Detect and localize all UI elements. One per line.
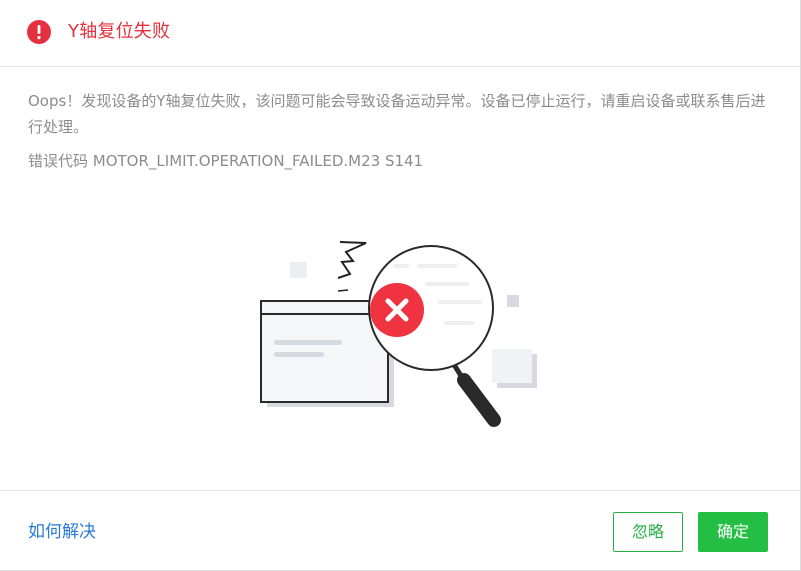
magnifier-error-illustration bbox=[260, 241, 537, 427]
dialog-header: Y轴复位失败 bbox=[0, 0, 800, 67]
ignore-button[interactable]: 忽略 bbox=[613, 512, 683, 552]
error-code: 错误代码 MOTOR_LIMIT.OPERATION_FAILED.M23 S1… bbox=[28, 152, 424, 170]
decor-square-small bbox=[290, 262, 307, 278]
scribble-mark bbox=[337, 241, 367, 279]
decor-square-large bbox=[492, 349, 532, 383]
window-line-1 bbox=[274, 340, 342, 345]
decor-square-tiny bbox=[507, 295, 519, 307]
magnifier-handle bbox=[457, 373, 501, 427]
dialog-footer: 如何解决 忽略 确定 bbox=[0, 490, 800, 571]
window-line-2 bbox=[274, 352, 324, 357]
confirm-button[interactable]: 确定 bbox=[698, 512, 768, 552]
error-dialog: Y轴复位失败 Oops！发现设备的Y轴复位失败，该问题可能会导致设备运动异常。设… bbox=[0, 0, 801, 571]
how-to-solve-link[interactable]: 如何解决 bbox=[28, 520, 96, 544]
dialog-title: Y轴复位失败 bbox=[68, 21, 171, 42]
error-message: Oops！发现设备的Y轴复位失败，该问题可能会导致设备运动异常。设备已停止运行，… bbox=[28, 92, 766, 136]
error-circle-icon bbox=[27, 20, 51, 44]
